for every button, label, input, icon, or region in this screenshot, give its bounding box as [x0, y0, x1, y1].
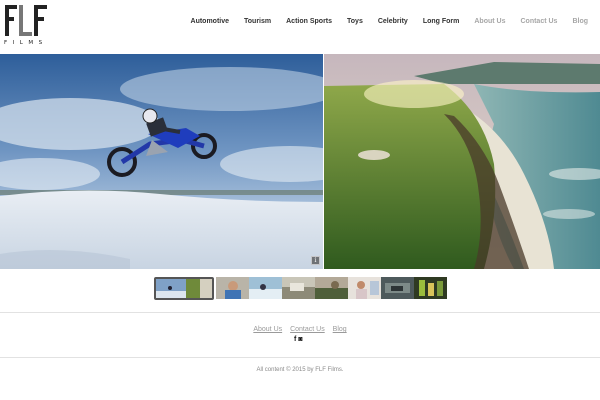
nav-item-automotive[interactable]: Automotive: [191, 17, 230, 26]
nav-item-tourism[interactable]: Tourism: [244, 17, 271, 26]
thumbnail-1-image: [156, 279, 212, 298]
nav-item-toys[interactable]: Toys: [347, 17, 363, 26]
nav-item-about-us[interactable]: About Us: [474, 17, 505, 26]
footer-divider-bottom: [0, 357, 600, 358]
thumbnail-5[interactable]: [315, 277, 348, 299]
thumbnail-3[interactable]: [249, 277, 282, 299]
nav-item-action-sports[interactable]: Action Sports: [286, 17, 332, 26]
thumbnail-7[interactable]: [381, 277, 414, 299]
hero-image-motocross: [0, 54, 323, 269]
hero-image-golf-coast: [324, 54, 600, 269]
logo-subtext: FILMS: [4, 40, 48, 46]
nav-item-blog[interactable]: Blog: [572, 17, 588, 26]
hero-slideshow[interactable]: i: [0, 54, 600, 269]
thumbnail-2-image: [216, 277, 249, 299]
thumbnail-3-image: [249, 277, 282, 299]
social-icons: f ◙: [294, 336, 303, 344]
footer-link-blog[interactable]: Blog: [333, 326, 347, 333]
nav-item-contact-us[interactable]: Contact Us: [520, 17, 557, 26]
thumbnail-7-image: [381, 277, 414, 299]
thumbnail-8-image: [414, 277, 447, 299]
footer-link-contact-us[interactable]: Contact Us: [290, 326, 325, 333]
thumbnail-1-active[interactable]: [154, 277, 214, 300]
flf-films-logo[interactable]: FILMS: [4, 4, 50, 48]
thumbnail-2[interactable]: [216, 277, 249, 299]
thumbnail-5-image: [315, 277, 348, 299]
thumbnail-8[interactable]: [414, 277, 447, 299]
golf-coast-photo: [324, 54, 600, 269]
logo-mark-icon: [4, 4, 48, 37]
footer-links: About Us Contact Us Blog: [0, 326, 600, 333]
copyright-text: All content © 2015 by FLF Films.: [256, 367, 344, 373]
motocross-photo: [0, 54, 323, 269]
thumbnail-4[interactable]: [282, 277, 315, 299]
facebook-icon[interactable]: f: [294, 336, 296, 344]
site-header: FILMS Automotive Tourism Action Sports T…: [0, 0, 600, 54]
thumbnail-6[interactable]: [348, 277, 381, 299]
thumbnail-strip: [154, 277, 447, 300]
nav-item-long-form[interactable]: Long Form: [423, 17, 460, 26]
info-icon[interactable]: i: [311, 256, 320, 265]
thumbnail-6-image: [348, 277, 381, 299]
footer-divider-top: [0, 312, 600, 313]
main-nav: Automotive Tourism Action Sports Toys Ce…: [176, 17, 588, 26]
nav-item-celebrity[interactable]: Celebrity: [378, 17, 408, 26]
thumbnail-4-image: [282, 277, 315, 299]
footer-link-about-us[interactable]: About Us: [253, 326, 282, 333]
instagram-icon[interactable]: ◙: [298, 336, 302, 344]
